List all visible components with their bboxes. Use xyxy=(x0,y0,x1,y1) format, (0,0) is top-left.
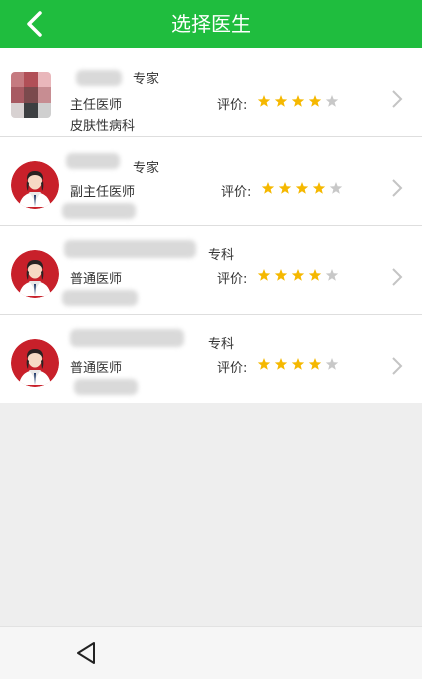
chevron-right-icon xyxy=(390,89,404,109)
doctor-name-redacted xyxy=(76,70,122,86)
page-title: 选择医生 xyxy=(171,12,251,36)
doctor-avatar xyxy=(11,161,59,209)
department-redacted xyxy=(62,290,138,306)
doctor-title: 副主任医师 xyxy=(70,185,136,200)
doctor-avatar-mosaic xyxy=(11,72,51,118)
department-redacted xyxy=(74,379,138,395)
rating-stars xyxy=(257,357,342,371)
triangle-back-icon xyxy=(77,642,95,664)
doctor-department: 皮肤性病科 xyxy=(70,119,136,134)
star-filled-icon xyxy=(274,358,288,370)
star-filled-icon xyxy=(261,182,275,194)
star-filled-icon xyxy=(257,269,271,281)
nav-back-button[interactable] xyxy=(72,639,102,667)
star-filled-icon xyxy=(291,269,305,281)
doctor-name-redacted xyxy=(70,329,184,347)
top-app-bar: 选择医生 xyxy=(0,0,422,48)
chevron-right-icon xyxy=(390,267,404,287)
star-filled-icon xyxy=(308,358,322,370)
rating-label: 评价: xyxy=(217,361,248,376)
chevron-right-icon xyxy=(390,356,404,376)
department-redacted xyxy=(62,203,136,219)
star-empty-icon xyxy=(325,358,339,370)
doctor-level: 专科 xyxy=(208,248,235,263)
doctor-level: 专科 xyxy=(208,337,235,352)
doctor-level: 专家 xyxy=(133,161,160,176)
bottom-nav-bar xyxy=(0,626,422,679)
doctor-row[interactable]: 专科 普通医师 评价: xyxy=(0,315,422,403)
doctor-row[interactable]: 专家 主任医师 皮肤性病科 评价: xyxy=(0,48,422,137)
star-filled-icon xyxy=(257,95,271,107)
star-empty-icon xyxy=(329,182,343,194)
star-filled-icon xyxy=(308,269,322,281)
star-empty-icon xyxy=(325,95,339,107)
star-filled-icon xyxy=(291,358,305,370)
star-filled-icon xyxy=(291,95,305,107)
rating-label: 评价: xyxy=(217,98,248,113)
doctor-level: 专家 xyxy=(133,72,160,87)
rating-label: 评价: xyxy=(217,272,248,287)
star-filled-icon xyxy=(312,182,326,194)
star-filled-icon xyxy=(274,95,288,107)
doctor-name-redacted xyxy=(64,240,196,258)
doctor-avatar xyxy=(11,250,59,298)
doctor-list: 专家 主任医师 皮肤性病科 评价: 专家 副主任医师 评价: 专科 普通医师 评… xyxy=(0,48,422,403)
doctor-avatar xyxy=(11,339,59,387)
doctor-title: 普通医师 xyxy=(70,361,123,376)
star-filled-icon xyxy=(295,182,309,194)
star-filled-icon xyxy=(308,95,322,107)
star-filled-icon xyxy=(278,182,292,194)
star-filled-icon xyxy=(257,358,271,370)
star-filled-icon xyxy=(274,269,288,281)
rating-stars xyxy=(261,181,346,195)
doctor-name-redacted xyxy=(66,153,120,169)
chevron-right-icon xyxy=(390,178,404,198)
rating-stars xyxy=(257,94,342,108)
doctor-row[interactable]: 专家 副主任医师 评价: xyxy=(0,137,422,226)
doctor-title: 普通医师 xyxy=(70,272,123,287)
rating-stars xyxy=(257,268,342,282)
star-empty-icon xyxy=(325,269,339,281)
doctor-title: 主任医师 xyxy=(70,98,123,113)
doctor-row[interactable]: 专科 普通医师 评价: xyxy=(0,226,422,315)
rating-label: 评价: xyxy=(221,185,252,200)
